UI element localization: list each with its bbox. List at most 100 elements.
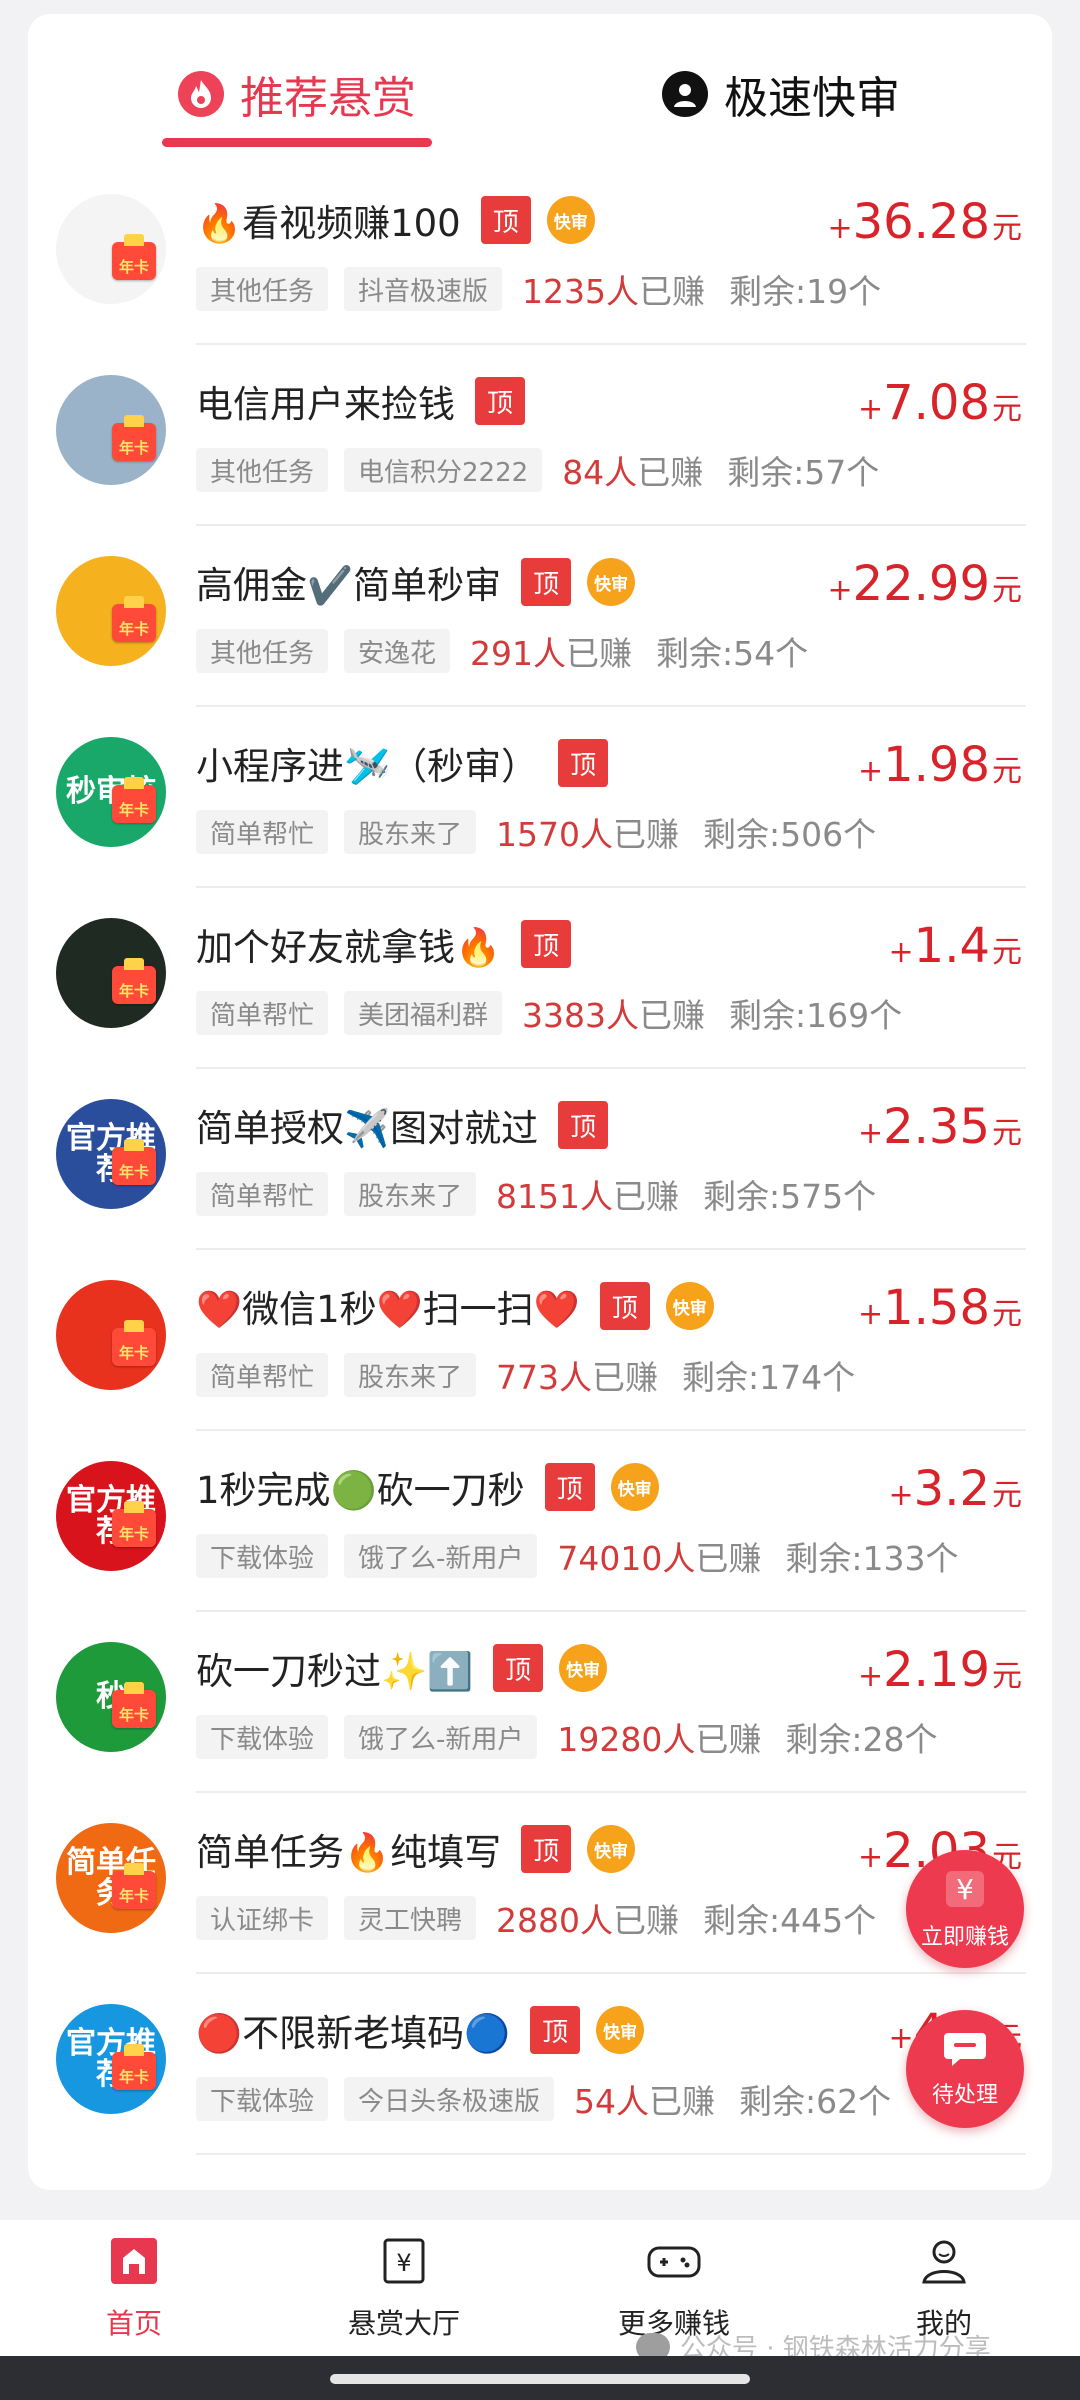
earned-count: 1235人 (522, 272, 640, 311)
earned-count: 291人 (470, 634, 567, 673)
system-nav-bar (0, 2356, 1080, 2400)
task-title: 简单任务🔥纯填写 (196, 1831, 502, 1874)
price-unit: 元 (992, 1478, 1022, 1513)
source-chip: 饿了么-新用户 (344, 1534, 538, 1578)
fast-review-tag: 快审 (596, 2006, 645, 2054)
task-avatar: 年卡 (56, 1280, 166, 1390)
remaining-count: 剩余:575个 (703, 1177, 877, 1216)
task-title-line: 1秒完成🟢砍一刀秒顶快审 (196, 1459, 659, 1515)
earned-label: 已赚 (639, 996, 706, 1035)
price-amount: 1.98 (883, 737, 990, 793)
task-meta: 简单帮忙 股东来了 8151人 已赚 剩余:575个 (196, 1169, 876, 1219)
price-amount: 22.99 (852, 556, 990, 612)
flame-icon (178, 71, 224, 117)
earned-label: 已赚 (566, 634, 633, 673)
annual-card-badge: 年卡 (112, 415, 156, 461)
task-list: 年卡 🔥看视频赚100 顶快审 其他任务 抖音极速版 1235人 已赚 剩余:19个 +36.2… (28, 164, 1052, 2155)
price-unit: 元 (992, 211, 1022, 246)
gamepad-icon (647, 2236, 701, 2290)
source-chip: 抖音极速版 (344, 267, 503, 311)
fast-review-tag: 快审 (610, 1463, 659, 1511)
task-title: 简单授权✈️图对就过 (196, 1107, 539, 1150)
source-chip: 饿了么-新用户 (344, 1715, 538, 1759)
price-unit: 元 (992, 935, 1022, 970)
reward-hall-icon: ¥ (379, 2236, 429, 2290)
price-unit: 元 (992, 754, 1022, 789)
task-meta: 下载体验 今日头条极速版 54人 已赚 剩余:62个 (196, 2074, 891, 2124)
reward-price: +2.19 元 (858, 1642, 1022, 1702)
annual-card-badge: 年卡 (112, 2044, 156, 2090)
task-avatar: 官方推荐 年卡 (56, 1099, 166, 1209)
task-title: 加个好友就拿钱🔥 (196, 926, 502, 969)
task-title: 🔥看视频赚100 (196, 202, 461, 245)
nav-more[interactable]: 更多赚钱 (574, 2236, 774, 2342)
task-meta: 认证绑卡 灵工快聘 2880人 已赚 剩余:445个 (196, 1893, 876, 1943)
earned-label: 已赚 (637, 453, 704, 492)
task-title-line: ❤️微信1秒❤️扫一扫❤️ 顶快审 (196, 1278, 714, 1334)
remaining-count: 剩余:169个 (729, 996, 903, 1035)
task-row[interactable]: 官方推荐 年卡 简单授权✈️图对就过顶简单帮忙 股东来了 8151人 已赚 剩余:575个 +… (28, 1069, 1052, 1250)
nav-home[interactable]: 首页 (34, 2236, 234, 2342)
annual-card-badge: 年卡 (112, 1682, 156, 1728)
task-card: 推荐悬赏 极速快审 年卡 🔥看视频赚100 顶快审 其他任务 抖音极速版 1235人 已赚剩… (28, 14, 1052, 2190)
annual-card-badge: 年卡 (112, 234, 156, 280)
task-title-line: 🔴不限新老填码🔵 顶快审 (196, 2002, 645, 2058)
reward-price: +1.98 元 (858, 737, 1022, 797)
earn-now-button[interactable]: ¥ 立即赚钱 (906, 1850, 1024, 1968)
tab-fast-review[interactable]: 极速快审 (662, 64, 900, 124)
task-row[interactable]: 年卡 电信用户来捡钱顶其他任务 电信积分2222 84人 已赚 剩余:57个 +7.08 元 (28, 345, 1052, 526)
remaining-count: 剩余:54个 (656, 634, 809, 673)
plus-sign: + (857, 392, 884, 427)
nav-me[interactable]: 我的 (844, 2236, 1044, 2342)
nav-home-label: 首页 (105, 2307, 162, 2340)
annual-card-badge: 年卡 (112, 958, 156, 1004)
price-unit: 元 (992, 1116, 1022, 1151)
task-avatar: 官方推荐 年卡 (56, 2004, 166, 2114)
task-title: ❤️微信1秒❤️扫一扫❤️ (196, 1288, 580, 1331)
earned-label: 已赚 (613, 815, 680, 854)
plus-sign: + (857, 1840, 884, 1875)
price-unit: 元 (992, 573, 1022, 608)
reward-price: +1.4 元 (889, 918, 1022, 978)
top-tag: 顶 (599, 1282, 650, 1330)
task-title: 砍一刀秒过✨⬆️ (196, 1650, 474, 1693)
task-row[interactable]: 年卡 高佣金✔️简单秒审顶快审 其他任务 安逸花 291人 已赚 剩余:54个 +22.99 元 (28, 526, 1052, 707)
task-row[interactable]: 秒年卡 砍一刀秒过✨⬆️ 顶快审 下载体验 饿了么-新用户 19280人 已赚 剩余:28个 +… (28, 1612, 1052, 1793)
task-title: 1秒完成🟢砍一刀秒 (196, 1469, 525, 1512)
source-chip: 美团福利群 (344, 991, 503, 1035)
remaining-count: 剩余:506个 (703, 815, 877, 854)
reward-price: +7.08 元 (858, 375, 1022, 435)
fast-review-tag: 快审 (559, 1644, 608, 1692)
source-chip: 今日头条极速版 (344, 2077, 555, 2121)
plus-sign: + (827, 573, 853, 608)
price-amount: 1.58 (883, 1280, 990, 1336)
earned-count: 19280人 (557, 1720, 696, 1759)
pending-button[interactable]: 待处理 (906, 2010, 1024, 2128)
tab-recommended-label: 推荐悬赏 (240, 73, 416, 124)
remaining-count: 剩余:133个 (785, 1539, 959, 1578)
price-amount: 2.35 (883, 1099, 990, 1155)
task-row[interactable]: 官方推荐 年卡 🔴不限新老填码🔵 顶快审 下载体验 今日头条极速版 54人 已赚 剩余:62个 +… (28, 1974, 1052, 2155)
earned-count: 84人 (562, 453, 638, 492)
top-tag: 顶 (493, 1644, 544, 1692)
task-row[interactable]: 秒审核 年卡 小程序进🛩️（秒审） 顶简单帮忙 股东来了 1570人 已赚 剩余:506个 +1… (28, 707, 1052, 888)
category-chip: 其他任务 (196, 267, 329, 311)
top-tag: 顶 (558, 1101, 609, 1149)
top-tag: 顶 (558, 739, 609, 787)
task-avatar: 官方推荐 年卡 (56, 1461, 166, 1571)
nav-hall[interactable]: ¥ 悬赏大厅 (304, 2236, 504, 2342)
plus-sign: + (888, 1478, 914, 1513)
task-row[interactable]: 简单任务 年卡 简单任务🔥纯填写顶快审 认证绑卡 灵工快聘 2880人 已赚 剩余:445个 +… (28, 1793, 1052, 1974)
task-meta: 下载体验 饿了么-新用户 74010人 已赚 剩余:133个 (196, 1531, 959, 1581)
plus-sign: + (857, 754, 884, 789)
task-row[interactable]: 年卡 ❤️微信1秒❤️扫一扫❤️ 顶快审 简单帮忙 股东来了 773人 已赚 剩余:174个 +… (28, 1250, 1052, 1431)
category-chip: 认证绑卡 (196, 1896, 329, 1940)
task-row[interactable]: 年卡 🔥看视频赚100 顶快审 其他任务 抖音极速版 1235人 已赚 剩余:19个 +36.2… (28, 164, 1052, 345)
task-title-line: 🔥看视频赚100 顶快审 (196, 192, 595, 248)
home-indicator[interactable] (330, 2374, 750, 2384)
earned-label: 已赚 (592, 1358, 659, 1397)
task-row[interactable]: 年卡 加个好友就拿钱🔥 顶简单帮忙 美团福利群 3383人 已赚 剩余:169个 +1.4 元 (28, 888, 1052, 1069)
tab-recommended[interactable]: 推荐悬赏 (178, 64, 416, 124)
earned-count: 54人 (574, 2082, 650, 2121)
task-row[interactable]: 官方推荐 年卡 1秒完成🟢砍一刀秒顶快审下载体验 饿了么-新用户 74010人 已赚 剩余:… (28, 1431, 1052, 1612)
